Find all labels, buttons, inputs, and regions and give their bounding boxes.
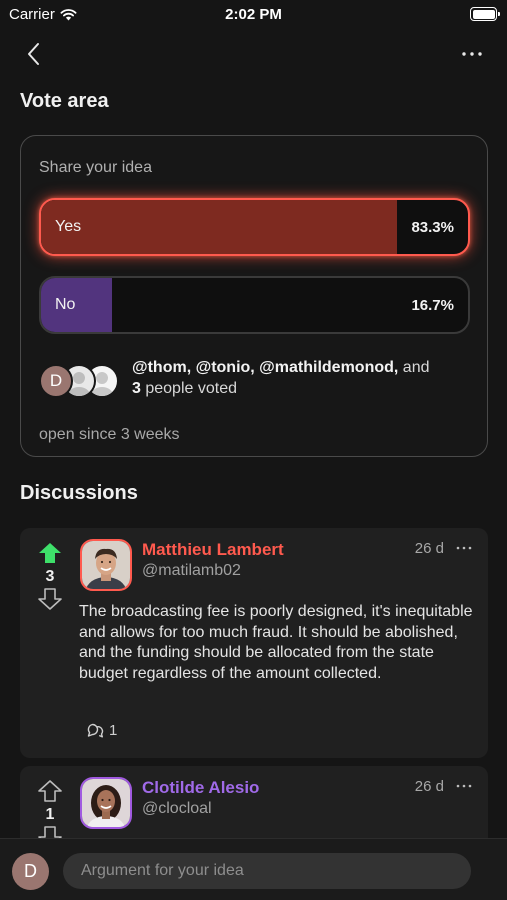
more-horizontal-icon[interactable] <box>454 778 474 794</box>
comment-author-name[interactable]: Matthieu Lambert <box>142 540 284 560</box>
vote-option-yes-label: Yes <box>55 218 82 235</box>
status-time: 2:02 PM <box>225 6 282 23</box>
comment-author-name[interactable]: Clotilde Alesio <box>142 778 259 798</box>
back-chevron-icon[interactable] <box>22 40 48 68</box>
vote-option-yes-percent: 83.3% <box>411 218 454 236</box>
open-since: open since 3 weeks <box>39 426 180 443</box>
vote-option-no-label: No <box>55 296 76 313</box>
voters-and: and <box>398 359 430 376</box>
status-bar: Carrier 2:02 PM <box>0 0 507 30</box>
nav-bar <box>0 36 507 72</box>
more-horizontal-icon[interactable] <box>459 42 485 66</box>
comment-vote-controls: 3 <box>36 542 64 610</box>
avatar[interactable] <box>80 539 132 591</box>
voter-count: 3 <box>132 380 141 397</box>
vote-option-no-percent: 16.7% <box>411 296 454 314</box>
comment-author-handle: @matilamb02 <box>142 562 241 579</box>
argument-input[interactable] <box>63 853 471 889</box>
vote-option-yes[interactable]: Yes 83.3% <box>39 198 470 256</box>
vote-prompt: Share your idea <box>39 159 152 176</box>
comment-body: The broadcasting fee is poorly designed,… <box>79 603 473 682</box>
avatar: D <box>12 853 49 890</box>
comment-bubble-icon <box>87 723 104 738</box>
voters-text: @thom, @tonio, @mathildemonod, and 3 peop… <box>132 357 472 399</box>
comment-score: 1 <box>45 806 55 823</box>
comment-score: 3 <box>45 568 55 585</box>
composer-bar: D <box>0 838 507 900</box>
comment-author-handle: @clocloal <box>142 800 212 817</box>
upvote-arrow-icon[interactable] <box>37 542 63 564</box>
vote-area-title: Vote area <box>20 90 109 112</box>
vote-option-yes-fill <box>41 200 397 254</box>
voter-names: @thom, @tonio, @mathildemonod, <box>132 359 399 376</box>
battery-icon <box>470 7 500 21</box>
vote-option-no-fill <box>41 278 113 332</box>
voters-summary[interactable]: D @thom, @tonio, @mathildemonod, and 3 pe… <box>39 357 469 401</box>
comment-replies-button[interactable]: 1 <box>86 722 117 739</box>
voters-suffix: people voted <box>140 380 237 397</box>
comment-card: 3 Matthieu Lambert @matilamb02 26 d The … <box>20 528 488 758</box>
comment-time: 26 d <box>414 540 444 557</box>
vote-card: Share your idea Yes 83.3% No 16.7% D @th… <box>20 135 488 457</box>
comment-time: 26 d <box>414 778 444 795</box>
avatar: D <box>39 364 73 398</box>
comment-replies-count: 1 <box>109 722 118 739</box>
avatar[interactable] <box>80 777 132 829</box>
upvote-arrow-icon[interactable] <box>37 780 63 802</box>
more-horizontal-icon[interactable] <box>454 540 474 556</box>
voter-avatar-stack: D <box>39 364 129 398</box>
discussions-title: Discussions <box>20 482 138 504</box>
vote-option-no[interactable]: No 16.7% <box>39 276 470 334</box>
downvote-arrow-icon[interactable] <box>37 588 63 610</box>
